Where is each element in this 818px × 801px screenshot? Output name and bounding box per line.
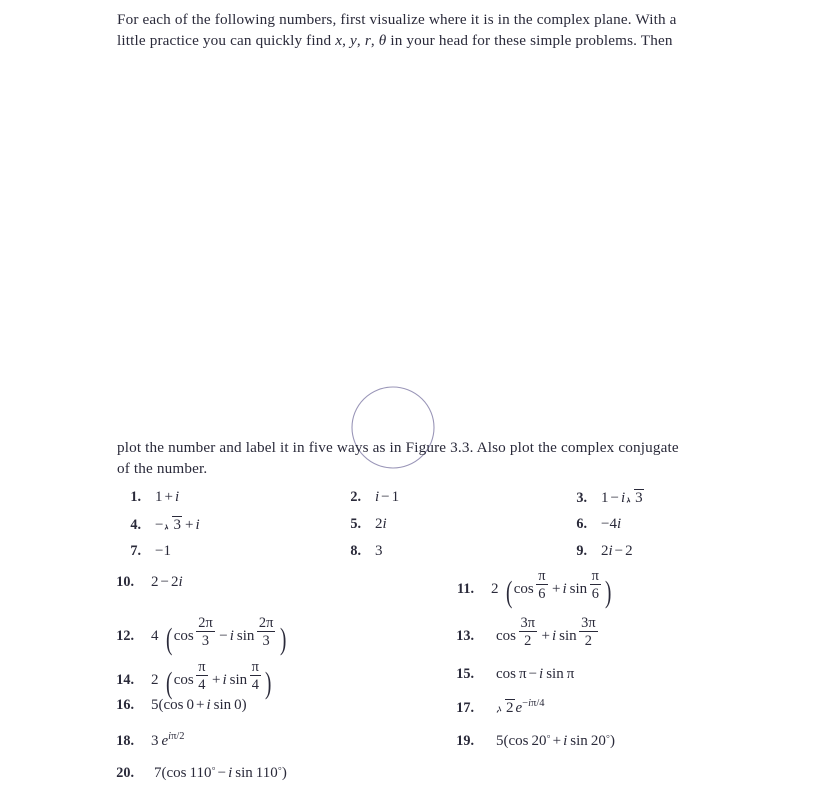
problem-number-20: 20. (116, 764, 134, 781)
problem-expression-14: 2(cos π 4 + i sin π 4) (151, 659, 272, 700)
problem-number-2: 2. (350, 489, 361, 505)
problem-expression-12: 4(cos 2π 3− i sin 2π 3) (151, 615, 287, 656)
problem-item-14: 14. 2(cos π 4 + i sin π 4) (110, 659, 274, 700)
problem-item-16: 16. 5(cos 0 + i sin 0) (110, 697, 247, 714)
problem-number-8: 8. (350, 543, 361, 559)
problem-number-10: 10. (116, 574, 134, 590)
problem-item-18: 18. 3 eiπ/2 (110, 728, 185, 750)
sqrt-2: 2 (496, 698, 515, 717)
problem-expression-16: 5(cos 0 + i sin 0) (151, 697, 247, 713)
problem-item-6: 6. −4i (563, 516, 621, 533)
problem-number-9: 9. (576, 543, 587, 559)
problem-item-15: 15. cos π − i sin π (450, 666, 574, 683)
problem-expression-19: 5(cos 20◦ + i sin 20◦) (496, 730, 615, 749)
problem-expression-13: cos 3π 2 + i sin 3π 2 (496, 615, 598, 649)
problem-number-7: 7. (130, 543, 141, 559)
exponent-minus-i-pi-4: −iπ/4 (522, 698, 545, 709)
problem-item-8: 8. 3 (337, 543, 383, 560)
problem-item-17: 17. 2 e−iπ/4 (450, 695, 544, 717)
problem-item-7: 7. −1 (117, 543, 171, 560)
problem-expression-18: 3 eiπ/2 (151, 731, 185, 749)
problem-number-13: 13. (456, 627, 474, 644)
problem-list: 1. 1 + i 2. i −1 3. 1− i 3 4. −3 + i 5. 2i 6. −4i 7. −… (0, 0, 818, 801)
problem-item-13: 13. cos 3π 2 + i sin 3π 2 (450, 615, 600, 650)
problem-item-20: 20. 7(cos 110◦ − i sin 110◦) (110, 760, 287, 782)
problem-expression-3: 1− i 3 (601, 489, 644, 507)
problem-item-2: 2. i −1 (337, 489, 399, 506)
problem-expression-6: −4i (601, 516, 622, 532)
problem-number-18: 18. (116, 732, 134, 749)
problem-number-11: 11. (457, 580, 474, 597)
fraction-pi-4-a: π4 (196, 659, 208, 693)
fraction-pi-6-b: π6 (589, 568, 601, 602)
problem-number-17: 17. (456, 699, 474, 716)
fraction-2pi-3-a: 2π 3 (196, 615, 215, 649)
problem-item-10: 10. 2−2i (110, 574, 183, 591)
problem-item-9: 9. 2i −2 (563, 543, 633, 560)
exponent-i-pi-2: iπ/2 (168, 731, 185, 742)
problem-item-4: 4. −3 + i (117, 516, 200, 534)
problem-expression-11: 2(cos π 6 + i sin π 6) (491, 568, 612, 609)
fraction-3pi-2-a: 3π 2 (518, 615, 537, 649)
fraction-3pi-2-b: 3π 2 (579, 615, 598, 649)
problem-item-1: 1. 1 + i (117, 489, 179, 506)
problem-number-6: 6. (576, 516, 587, 532)
exercise-page: For each of the following numbers, first… (0, 0, 818, 801)
sqrt-3: 3 (625, 489, 644, 507)
problem-item-12: 12. 4(cos 2π 3− i sin 2π 3) (110, 615, 288, 656)
problem-item-3: 3. 1− i 3 (563, 489, 645, 507)
problem-number-19: 19. (456, 732, 474, 749)
sqrt-3-b: 3 (163, 516, 182, 534)
problem-expression-4: −3 + i (155, 516, 200, 534)
problem-number-16: 16. (116, 697, 134, 713)
problem-expression-17: 2 e−iπ/4 (491, 695, 544, 717)
problem-expression-1: 1 + i (155, 489, 180, 505)
problem-expression-7: −1 (155, 543, 171, 559)
problem-expression-2: i −1 (375, 489, 400, 505)
problem-item-5: 5. 2i (337, 516, 387, 533)
problem-number-12: 12. (116, 627, 134, 644)
problem-number-14: 14. (116, 671, 134, 688)
problem-item-19: 19. 5(cos 20◦ + i sin 20◦) (450, 728, 615, 750)
problem-expression-20: 7(cos 110◦ − i sin 110◦) (154, 762, 287, 781)
problem-expression-15: cos π − i sin π (496, 666, 575, 682)
fraction-pi-6-a: π6 (536, 568, 548, 602)
problem-number-1: 1. (130, 489, 141, 505)
problem-number-5: 5. (350, 516, 361, 532)
fraction-2pi-3-b: 2π 3 (256, 615, 276, 649)
problem-expression-8: 3 (375, 543, 383, 559)
problem-expression-9: 2i −2 (601, 543, 633, 559)
problem-number-15: 15. (456, 666, 474, 682)
problem-expression-10: 2−2i (151, 574, 183, 590)
problem-item-11: 11. 2(cos π 6 + i sin π 6) (450, 568, 614, 609)
fraction-pi-4-b: π4 (249, 659, 261, 693)
problem-expression-5: 2i (375, 516, 387, 532)
problem-number-3: 3. (576, 490, 587, 506)
problem-number-4: 4. (130, 517, 141, 533)
